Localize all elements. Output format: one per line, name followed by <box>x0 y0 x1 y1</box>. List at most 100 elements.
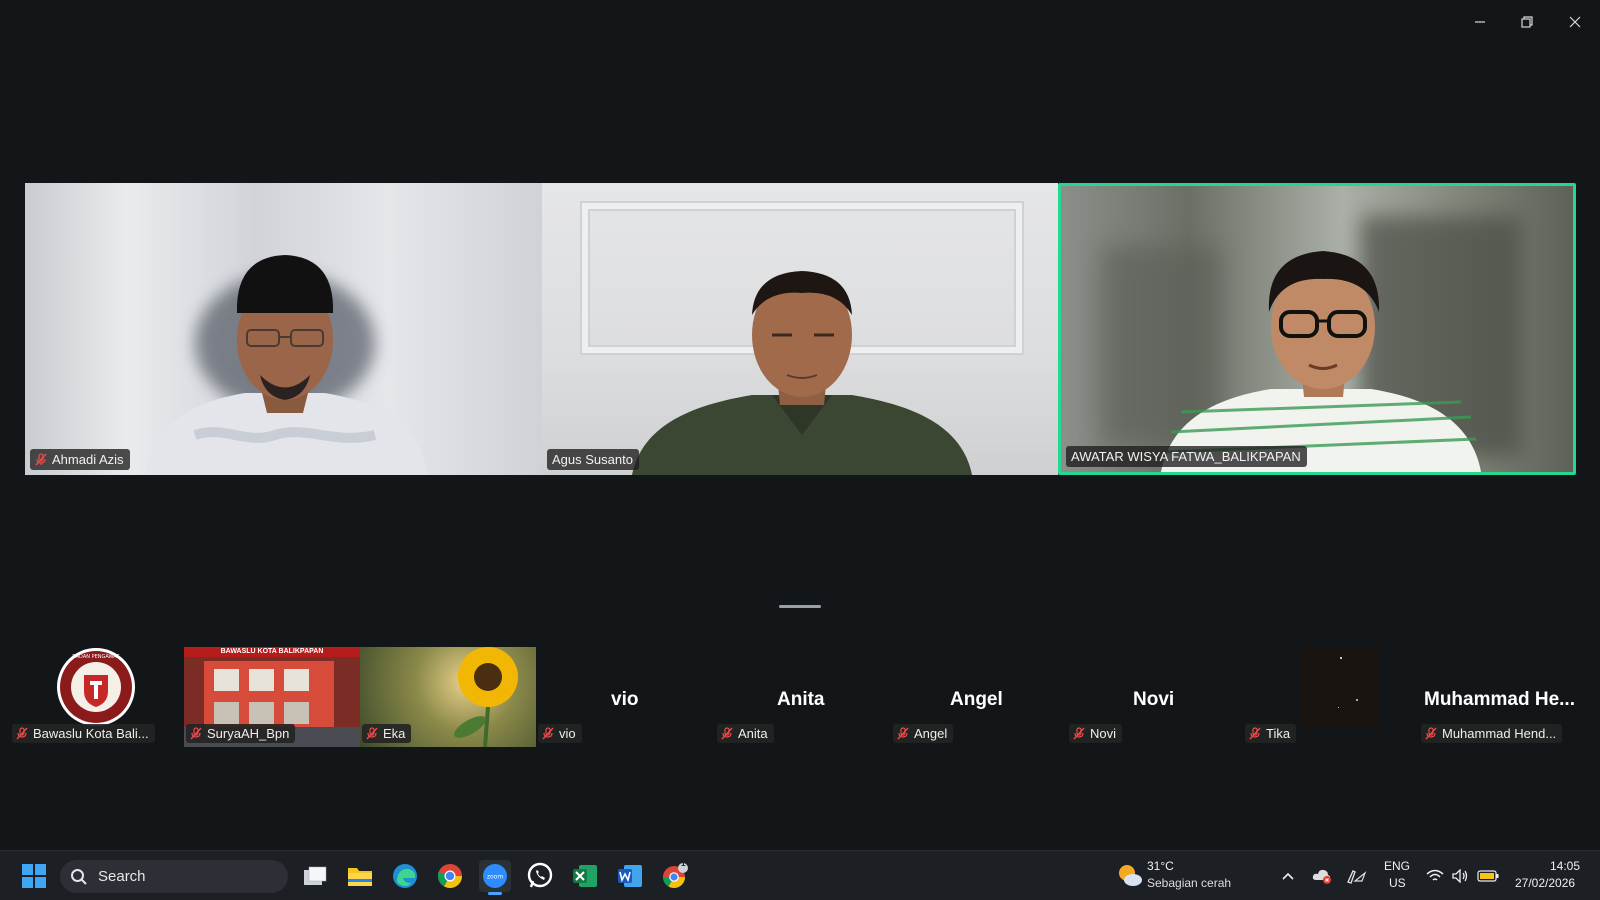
partly-sunny-icon <box>1119 865 1142 886</box>
excel-button[interactable] <box>569 860 601 892</box>
edge-button[interactable] <box>389 860 421 892</box>
participant-video-agus <box>632 271 972 475</box>
muted-mic-icon <box>366 727 378 740</box>
name-tag: Angel <box>893 724 954 743</box>
chrome-profile-button[interactable]: 1 <box>659 859 691 892</box>
name-tag: Novi <box>1069 724 1123 743</box>
battery-button[interactable] <box>1474 860 1502 892</box>
svg-text:zoom: zoom <box>487 874 503 881</box>
muted-mic-icon <box>1073 727 1085 740</box>
muted-mic-icon <box>190 727 202 740</box>
participant-thumbnail-strip: BADAN PENGAWAS Bawaslu Kota Bali... BAWA… <box>10 647 1590 747</box>
clock-time[interactable]: 14:05 <box>1550 859 1580 873</box>
weather-widget[interactable] <box>1114 860 1146 892</box>
video-feed <box>1300 647 1380 727</box>
participant-name: Novi <box>1090 726 1117 741</box>
name-tag: Tika <box>1245 724 1297 743</box>
name-tag: Agus Susanto <box>547 449 639 470</box>
word-button[interactable] <box>614 860 646 892</box>
thumb-anita[interactable]: Anita Anita <box>712 647 888 747</box>
video-tile-agus-susanto[interactable]: Agus Susanto <box>542 183 1058 475</box>
building-sign: BAWASLU KOTA BALIKPAPAN <box>184 647 360 657</box>
whatsapp-button[interactable] <box>524 860 556 892</box>
zoom-button[interactable]: zoom <box>479 860 511 895</box>
logo-lettering: BADAN PENGAWAS <box>72 654 120 660</box>
chevron-up-icon <box>1282 872 1294 880</box>
start-icon <box>22 864 46 888</box>
wifi-button[interactable] <box>1422 860 1448 892</box>
whatsapp-icon <box>527 862 553 888</box>
participant-name: Tika <box>1266 726 1291 741</box>
zoom-meeting-window: Ahmadi Azis Agus Susanto AWATAR WISYA FA… <box>0 0 1600 850</box>
speaker-gallery: Ahmadi Azis Agus Susanto AWATAR WISYA FA… <box>25 183 1576 475</box>
video-tile-awatar-active-speaker[interactable]: AWATAR WISYA FATWA_BALIKPAPAN <box>1058 183 1576 475</box>
name-tag: AWATAR WISYA FATWA_BALIKPAPAN <box>1066 446 1307 467</box>
active-app-indicator <box>488 892 502 895</box>
name-tag: vio <box>538 724 582 743</box>
close-button[interactable] <box>1555 8 1595 36</box>
close-icon <box>1569 16 1581 28</box>
thumb-eka[interactable]: Eka <box>360 647 536 747</box>
minimize-icon <box>1475 21 1485 23</box>
bawaslu-logo: BADAN PENGAWAS <box>57 648 135 726</box>
participant-name: Eka <box>383 726 406 741</box>
participant-display-name: Anita <box>777 689 825 710</box>
participant-name: Angel <box>914 726 948 741</box>
video-tile-ahmadi-azis[interactable]: Ahmadi Azis <box>25 183 542 475</box>
restore-icon <box>1521 16 1533 28</box>
participant-name: Muhammad Hend... <box>1442 726 1557 741</box>
file-explorer-icon <box>348 868 372 886</box>
name-tag: Bawaslu Kota Bali... <box>12 724 155 743</box>
taskbar-search-box[interactable]: Search <box>60 860 288 893</box>
word-icon <box>618 865 642 887</box>
muted-mic-icon <box>35 453 47 466</box>
language-bottom[interactable]: US <box>1389 876 1406 890</box>
volume-button[interactable] <box>1448 860 1474 892</box>
pen-ink-icon <box>1347 870 1367 884</box>
speaker-icon <box>1452 869 1468 883</box>
windows-taskbar: Search zoom 1 31°C Sebagian cerah ENG US… <box>0 850 1600 900</box>
thumb-suryaah-bpn[interactable]: BAWASLU KOTA BALIKPAPAN SuryaAH_Bpn <box>184 647 360 747</box>
name-tag: Eka <box>362 724 412 743</box>
participant-name: SuryaAH_Bpn <box>207 726 290 741</box>
thumb-novi[interactable]: Novi Novi <box>1064 647 1240 747</box>
muted-mic-icon <box>1425 727 1437 740</box>
start-button[interactable] <box>18 860 50 892</box>
participant-display-name: Angel <box>950 689 1003 710</box>
thumb-vio[interactable]: vio vio <box>536 647 712 747</box>
participant-video-awatar <box>1161 251 1481 472</box>
battery-icon <box>1477 870 1499 882</box>
chrome-button[interactable] <box>434 860 466 892</box>
clock-date[interactable]: 27/02/2026 <box>1515 876 1575 890</box>
participant-display-name: vio <box>611 689 639 710</box>
weather-temp: 31°C <box>1147 859 1174 873</box>
thumb-muhammad[interactable]: Muhammad He... Muhammad Hend... <box>1416 647 1592 747</box>
participant-name: vio <box>559 726 576 741</box>
search-label: Search <box>98 868 146 885</box>
minimize-button[interactable] <box>1460 8 1500 36</box>
participant-name: Agus Susanto <box>552 452 633 467</box>
thumb-angel[interactable]: Angel Angel <box>888 647 1064 747</box>
search-icon <box>71 868 87 885</box>
chrome-badge: 1 <box>681 859 686 868</box>
muted-mic-icon <box>16 727 28 740</box>
chrome-icon <box>438 864 462 889</box>
muted-mic-icon <box>721 727 733 740</box>
participant-name: Ahmadi Azis <box>52 452 124 467</box>
show-hidden-icons-button[interactable] <box>1274 860 1302 892</box>
file-explorer-button[interactable] <box>344 860 376 892</box>
task-view-button[interactable] <box>299 860 331 892</box>
resize-handle[interactable] <box>779 605 821 608</box>
excel-icon <box>573 865 597 887</box>
pen-tray-button[interactable] <box>1342 860 1370 892</box>
thumb-tika[interactable]: Tika <box>1240 647 1416 747</box>
muted-mic-icon <box>542 727 554 740</box>
restore-button[interactable] <box>1507 8 1547 36</box>
zoom-icon: zoom <box>483 864 507 888</box>
thumb-bawaslu[interactable]: BADAN PENGAWAS Bawaslu Kota Bali... <box>10 647 180 747</box>
tray-app-button[interactable] <box>1308 860 1336 892</box>
muted-mic-icon <box>897 727 909 740</box>
task-view-icon <box>304 866 327 885</box>
name-tag: Ahmadi Azis <box>30 449 130 470</box>
language-top[interactable]: ENG <box>1384 859 1410 873</box>
